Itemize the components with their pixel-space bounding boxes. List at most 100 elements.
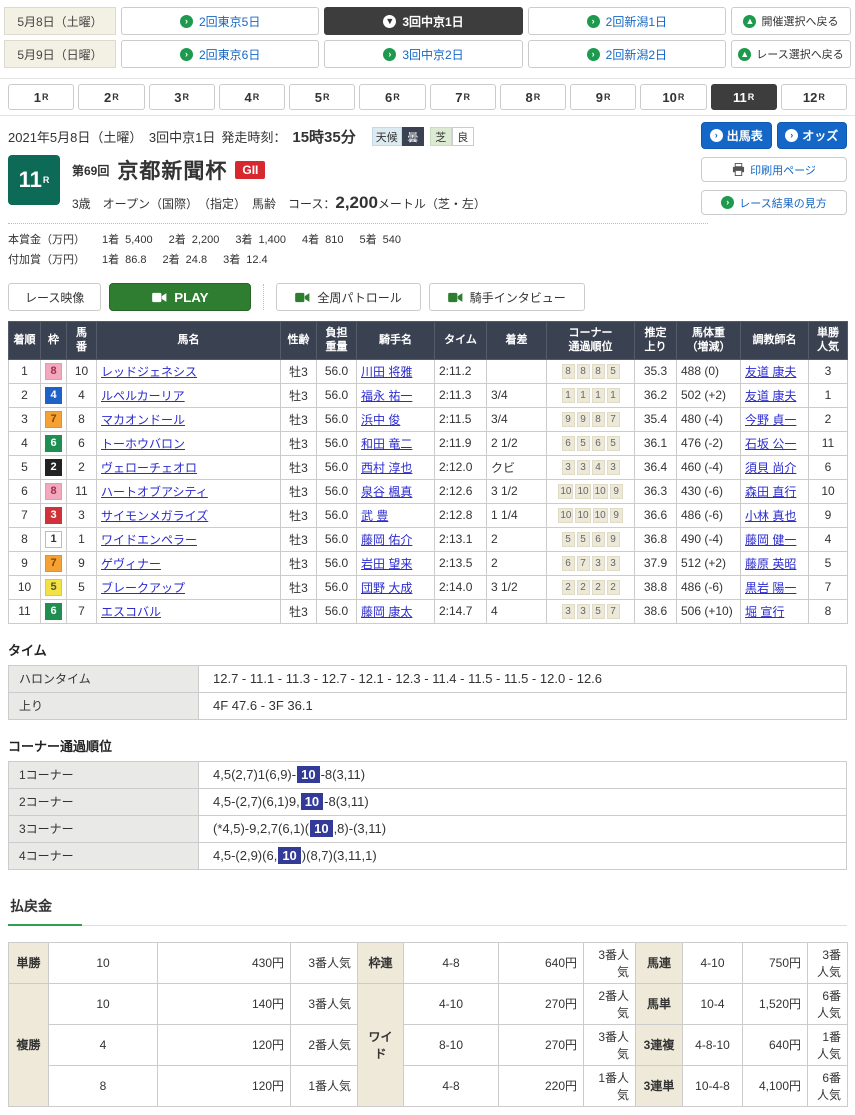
trainer-link[interactable]: 今野 貞一 — [745, 413, 796, 427]
meeting-button[interactable]: ›2回東京5日 — [121, 7, 319, 35]
weather-label-chip: 天候 — [372, 127, 402, 146]
horse-name-cell: ゲヴィナー — [97, 551, 281, 575]
corner-chip: 6 — [562, 436, 575, 451]
jockey-cell: 西村 淳也 — [357, 455, 435, 479]
race-tab-11r[interactable]: 11R — [711, 84, 777, 110]
prize-main-label: 本賞金（万円） — [8, 231, 88, 247]
race-tab-9r[interactable]: 9R — [570, 84, 636, 110]
frame-cell: 2 — [41, 455, 67, 479]
horse-link[interactable]: ルペルカーリア — [101, 389, 185, 403]
jockey-cell: 岩田 望来 — [357, 551, 435, 575]
play-button[interactable]: PLAY — [109, 283, 251, 311]
trainer-link[interactable]: 友道 康夫 — [745, 365, 796, 379]
frame-number: 8 — [45, 483, 62, 500]
horse-link[interactable]: ブレークアップ — [101, 581, 185, 595]
race-tab-6r[interactable]: 6R — [359, 84, 425, 110]
trainer-link[interactable]: 森田 直行 — [745, 485, 796, 499]
back-button[interactable]: ▲レース選択へ戻る — [731, 40, 851, 68]
odds-button[interactable]: › オッズ — [777, 122, 848, 149]
body-weight: 488 (0) — [677, 359, 741, 383]
results-column-header: 馬名 — [97, 322, 281, 360]
jockey-link[interactable]: 福永 祐一 — [361, 389, 412, 403]
payout-popularity: 1番人気 — [291, 1065, 358, 1106]
race-tab-7r[interactable]: 7R — [430, 84, 496, 110]
race-tab-2r[interactable]: 2R — [78, 84, 144, 110]
prize-value: 5,400 — [125, 234, 153, 246]
meeting-button[interactable]: ▼3回中京1日 — [324, 7, 522, 35]
meeting-button[interactable]: ›3回中京2日 — [324, 40, 522, 68]
payout-bet-type: 馬単 — [636, 983, 683, 1024]
jockey-link[interactable]: 藤岡 佑介 — [361, 533, 412, 547]
horse-link[interactable]: レッドジェネシス — [101, 365, 197, 379]
meeting-label: 3回中京2日 — [402, 46, 463, 63]
race-tab-5r[interactable]: 5R — [289, 84, 355, 110]
meeting-button[interactable]: ›2回新潟1日 — [528, 7, 726, 35]
trainer-link[interactable]: 石坂 公一 — [745, 437, 796, 451]
meeting-button[interactable]: ›2回東京6日 — [121, 40, 319, 68]
horse-link[interactable]: ハートオブアシティ — [101, 485, 208, 499]
jockey-link[interactable]: 武 豊 — [361, 509, 388, 523]
result-row: 378マカオンドール牡356.0浜中 俊2:11.53/4998735.4480… — [9, 407, 848, 431]
back-button[interactable]: ▲開催選択へ戻る — [731, 7, 851, 35]
margin: 3 1/2 — [487, 479, 547, 503]
body-weight: 486 (-6) — [677, 503, 741, 527]
race-tab-12r[interactable]: 12R — [781, 84, 847, 110]
horse-link[interactable]: マカオンドール — [101, 413, 185, 427]
horse-link[interactable]: ヴェローチェオロ — [101, 461, 197, 475]
race-tab-8r[interactable]: 8R — [500, 84, 566, 110]
race-tab-3r[interactable]: 3R — [149, 84, 215, 110]
race-tab-10r[interactable]: 10R — [640, 84, 706, 110]
trainer-link[interactable]: 黒岩 陽一 — [745, 581, 796, 595]
jockey-link[interactable]: 岩田 望来 — [361, 557, 412, 571]
race-tab-number: 4 — [245, 90, 252, 105]
horse-name-cell: ブレークアップ — [97, 575, 281, 599]
corner-row-label: 3コーナー — [9, 815, 199, 842]
corner-chip: 2 — [592, 580, 605, 595]
race-tab-1r[interactable]: 1R — [8, 84, 74, 110]
jockey-link[interactable]: 浜中 俊 — [361, 413, 400, 427]
carried-weight: 56.0 — [317, 455, 357, 479]
jockey-interview-button[interactable]: 騎手インタビュー — [429, 283, 585, 311]
payout-popularity: 3番人気 — [584, 1024, 636, 1065]
corner-chip: 4 — [592, 460, 605, 475]
race-tab-4r[interactable]: 4R — [219, 84, 285, 110]
horse-link[interactable]: ゲヴィナー — [101, 557, 161, 571]
horse-link[interactable]: エスコバル — [101, 605, 161, 619]
margin: 2 — [487, 551, 547, 575]
corner-chip: 1 — [607, 388, 620, 403]
trainer-link[interactable]: 堀 宣行 — [745, 605, 784, 619]
shutuba-button[interactable]: › 出馬表 — [701, 122, 772, 149]
meeting-button[interactable]: ›2回新潟2日 — [528, 40, 726, 68]
horse-link[interactable]: サイモンメガライズ — [101, 509, 208, 523]
body-weight: 512 (+2) — [677, 551, 741, 575]
meeting-label: 2回新潟1日 — [606, 13, 667, 30]
trainer-link[interactable]: 藤原 英昭 — [745, 557, 796, 571]
results-column-header: コーナー 通過順位 — [547, 322, 635, 360]
last-3f: 37.9 — [635, 551, 677, 575]
jockey-link[interactable]: 藤岡 康太 — [361, 605, 412, 619]
trainer-link[interactable]: 小林 真也 — [745, 509, 796, 523]
jockey-link[interactable]: 川田 将雅 — [361, 365, 412, 379]
jockey-link[interactable]: 西村 淳也 — [361, 461, 412, 475]
payout-popularity: 3番人気 — [808, 942, 848, 983]
finish-time: 2:13.5 — [435, 551, 487, 575]
frame-number: 1 — [45, 531, 62, 548]
corner-chip: 9 — [610, 508, 623, 523]
payout-popularity: 3番人気 — [291, 942, 358, 983]
patrol-video-button[interactable]: 全周パトロール — [276, 283, 420, 311]
jockey-link[interactable]: 泉谷 楓真 — [361, 485, 412, 499]
results-column-header: 推定 上り — [635, 322, 677, 360]
horse-link[interactable]: トーホウバロン — [101, 437, 185, 451]
trainer-link[interactable]: 友道 康夫 — [745, 389, 796, 403]
result-guide-button[interactable]: › レース結果の見方 — [701, 190, 847, 215]
race-tab-suffix: R — [182, 92, 189, 102]
print-page-button[interactable]: 印刷用ページ — [701, 157, 847, 182]
jockey-link[interactable]: 和田 竜二 — [361, 437, 412, 451]
race-tab-bar: 1R2R3R4R5R6R7R8R9R10R11R12R — [0, 78, 855, 116]
race-round: 第69回 — [72, 162, 109, 179]
trainer-link[interactable]: 藤岡 健一 — [745, 533, 796, 547]
jockey-link[interactable]: 団野 大成 — [361, 581, 412, 595]
trainer-link[interactable]: 須貝 尚介 — [745, 461, 796, 475]
result-row: 979ゲヴィナー牡356.0岩田 望来2:13.52673337.9512 (+… — [9, 551, 848, 575]
horse-link[interactable]: ワイドエンペラー — [101, 533, 197, 547]
